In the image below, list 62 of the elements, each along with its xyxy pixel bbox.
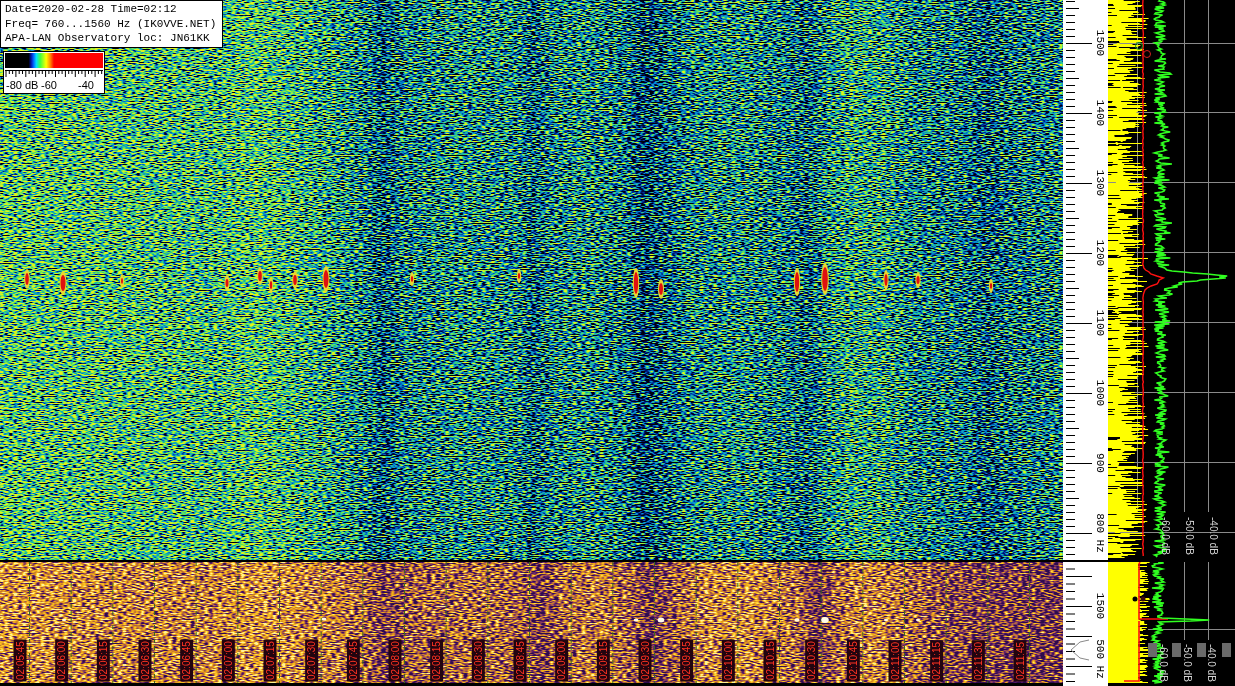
frequency-label: 1000 (1094, 379, 1106, 407)
echo-mark-icon (224, 275, 230, 291)
time-label: 02:09:45 (680, 639, 694, 682)
time-label: 02:07:30 (305, 639, 319, 682)
level-label: -40.0 dB (1207, 517, 1219, 555)
frequency-label: 1400 (1094, 99, 1106, 127)
echo-mark-icon (793, 268, 801, 296)
scale-block-icon (1148, 643, 1157, 657)
frequency-label: 1100 (1094, 309, 1106, 337)
echo-mark-icon (59, 271, 67, 295)
echo-mark-icon (257, 267, 263, 285)
echo-mark-icon (268, 277, 274, 293)
level-label: -60.0 dB (1159, 517, 1171, 555)
scale-label: -80 dB (6, 79, 39, 91)
echo-dot-icon (821, 617, 829, 623)
level-label: -50.0 dB (1181, 644, 1193, 682)
frequency-label: 1200 (1094, 239, 1106, 267)
scale-block-icon (1197, 643, 1206, 657)
echo-mark-icon (409, 272, 415, 286)
echo-mark-icon (632, 268, 640, 298)
frequency-label: 1300 (1094, 169, 1106, 197)
frequency-label: 1500 (1094, 592, 1106, 620)
marker-icon (1132, 596, 1138, 602)
echo-dot-icon (794, 618, 800, 622)
echo-mark-icon (988, 279, 994, 293)
echo-mark-icon (658, 279, 664, 299)
echo-dot-icon (321, 617, 327, 621)
time-label: 02:08:15 (430, 639, 444, 682)
time-label: 02:11:15 (930, 640, 944, 682)
scale-label: -40 (78, 79, 94, 91)
echo-mark-icon (516, 269, 522, 283)
level-label: -60.0 dB (1157, 644, 1169, 682)
time-label: 02:06:00 (55, 639, 69, 682)
info-line: Freq= 760...1560 Hz (IK0VVE.NET) (5, 16, 217, 31)
time-label: 02:06:45 (180, 639, 194, 682)
echo-mark-icon (120, 274, 124, 288)
info-line: APA-LAN Observatory loc: JN61KK (5, 31, 211, 46)
echo-mark-icon (883, 270, 889, 290)
level-label: -40.0 dB (1205, 644, 1217, 682)
echo-mark-icon (322, 266, 330, 292)
scale-label: -60 (41, 79, 57, 91)
marker-icon (1140, 596, 1146, 602)
frequency-label: 1500 (1094, 29, 1106, 57)
frequency-label: 900 (1094, 453, 1106, 473)
scale-block-icon (1172, 643, 1181, 657)
time-label: 02:09:00 (555, 639, 569, 682)
frequency-label: 800 Hz (1094, 513, 1106, 553)
echo-mark-icon (821, 263, 829, 295)
passband-curve-icon (1070, 639, 1090, 661)
scale-block-icon (1222, 643, 1231, 657)
echo-dot-icon (884, 618, 888, 622)
echo-dot-icon (916, 618, 920, 622)
time-label: 02:10:30 (805, 639, 819, 682)
echo-mark-icon (915, 272, 921, 288)
echo-mark-icon (24, 269, 30, 289)
frequency-label: 500 Hz (1094, 639, 1106, 679)
level-label: -50.0 dB (1183, 517, 1195, 555)
echo-mark-icon (292, 271, 298, 289)
info-line: Date=2020-02-28 Time=02:12 (5, 2, 178, 17)
echo-dot-icon (62, 618, 66, 622)
echo-dot-icon (657, 617, 665, 623)
echo-dot-icon (633, 618, 639, 622)
